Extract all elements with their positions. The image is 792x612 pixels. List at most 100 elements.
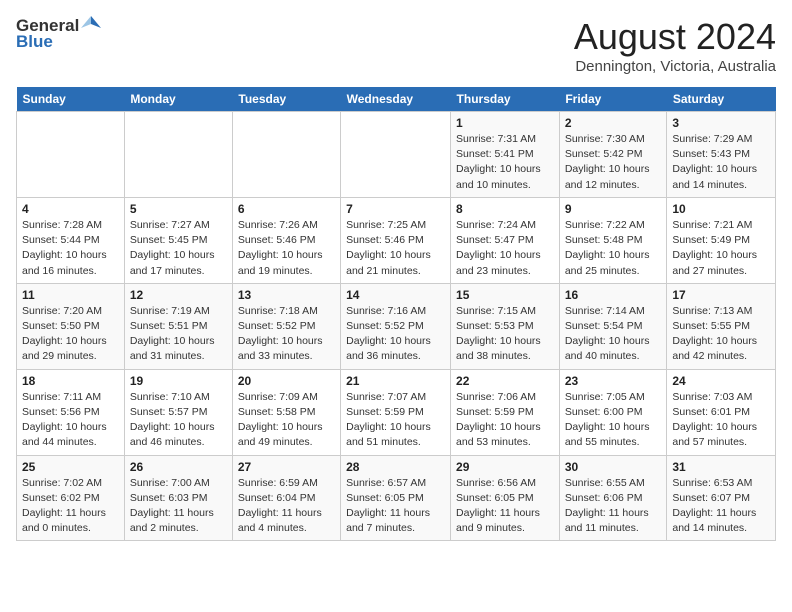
day-detail: Sunrise: 6:53 AM Sunset: 6:07 PM Dayligh…: [672, 476, 770, 537]
weekday-header-sunday: Sunday: [17, 87, 125, 112]
logo: General Blue: [16, 16, 101, 52]
calendar-cell: 4 Sunrise: 7:28 AM Sunset: 5:44 PM Daylig…: [17, 197, 125, 283]
day-number: 1: [456, 116, 554, 130]
day-detail: Sunrise: 7:13 AM Sunset: 5:55 PM Dayligh…: [672, 304, 770, 365]
day-detail: Sunrise: 7:29 AM Sunset: 5:43 PM Dayligh…: [672, 132, 770, 193]
calendar-cell: 31 Sunrise: 6:53 AM Sunset: 6:07 PM Dayli…: [667, 455, 776, 541]
calendar-cell: [124, 112, 232, 198]
day-number: 27: [238, 460, 335, 474]
calendar-cell: 15 Sunrise: 7:15 AM Sunset: 5:53 PM Dayli…: [451, 283, 560, 369]
day-detail: Sunrise: 7:24 AM Sunset: 5:47 PM Dayligh…: [456, 218, 554, 279]
weekday-header-thursday: Thursday: [451, 87, 560, 112]
day-number: 29: [456, 460, 554, 474]
calendar-subtitle: Dennington, Victoria, Australia: [574, 58, 776, 75]
day-number: 7: [346, 202, 445, 216]
day-number: 17: [672, 288, 770, 302]
day-number: 18: [22, 374, 119, 388]
calendar-cell: 9 Sunrise: 7:22 AM Sunset: 5:48 PM Daylig…: [559, 197, 667, 283]
day-detail: Sunrise: 6:59 AM Sunset: 6:04 PM Dayligh…: [238, 476, 335, 537]
calendar-cell: 14Sunrise: 7:16 AM Sunset: 5:52 PM Dayli…: [341, 283, 451, 369]
day-number: 24: [672, 374, 770, 388]
calendar-cell: [341, 112, 451, 198]
calendar-cell: 2 Sunrise: 7:30 AM Sunset: 5:42 PM Daylig…: [559, 112, 667, 198]
calendar-cell: 17 Sunrise: 7:13 AM Sunset: 5:55 PM Dayli…: [667, 283, 776, 369]
calendar-cell: 11 Sunrise: 7:20 AM Sunset: 5:50 PM Dayli…: [17, 283, 125, 369]
day-number: 10: [672, 202, 770, 216]
day-number: 31: [672, 460, 770, 474]
day-detail: Sunrise: 7:02 AM Sunset: 6:02 PM Dayligh…: [22, 476, 119, 537]
day-detail: Sunrise: 7:00 AM Sunset: 6:03 PM Dayligh…: [130, 476, 227, 537]
week-row-5: 25Sunrise: 7:02 AM Sunset: 6:02 PM Dayli…: [17, 455, 776, 541]
day-detail: Sunrise: 7:26 AM Sunset: 5:46 PM Dayligh…: [238, 218, 335, 279]
weekday-header-monday: Monday: [124, 87, 232, 112]
header: General Blue August 2024 Dennington, Vic…: [16, 16, 776, 75]
day-number: 16: [565, 288, 662, 302]
calendar-cell: 5Sunrise: 7:27 AM Sunset: 5:45 PM Daylig…: [124, 197, 232, 283]
logo-bird-icon: [81, 14, 101, 34]
calendar-cell: 28Sunrise: 6:57 AM Sunset: 6:05 PM Dayli…: [341, 455, 451, 541]
week-row-2: 4 Sunrise: 7:28 AM Sunset: 5:44 PM Daylig…: [17, 197, 776, 283]
day-number: 21: [346, 374, 445, 388]
day-detail: Sunrise: 7:06 AM Sunset: 5:59 PM Dayligh…: [456, 390, 554, 451]
day-number: 15: [456, 288, 554, 302]
day-detail: Sunrise: 7:03 AM Sunset: 6:01 PM Dayligh…: [672, 390, 770, 451]
day-number: 26: [130, 460, 227, 474]
day-number: 20: [238, 374, 335, 388]
day-detail: Sunrise: 7:21 AM Sunset: 5:49 PM Dayligh…: [672, 218, 770, 279]
calendar-cell: [232, 112, 340, 198]
day-detail: Sunrise: 7:18 AM Sunset: 5:52 PM Dayligh…: [238, 304, 335, 365]
calendar-cell: 16 Sunrise: 7:14 AM Sunset: 5:54 PM Dayli…: [559, 283, 667, 369]
weekday-header-wednesday: Wednesday: [341, 87, 451, 112]
calendar-cell: 10 Sunrise: 7:21 AM Sunset: 5:49 PM Dayli…: [667, 197, 776, 283]
week-row-4: 18Sunrise: 7:11 AM Sunset: 5:56 PM Dayli…: [17, 369, 776, 455]
day-number: 9: [565, 202, 662, 216]
calendar-cell: 22 Sunrise: 7:06 AM Sunset: 5:59 PM Dayli…: [451, 369, 560, 455]
day-detail: Sunrise: 7:19 AM Sunset: 5:51 PM Dayligh…: [130, 304, 227, 365]
day-detail: Sunrise: 7:27 AM Sunset: 5:45 PM Dayligh…: [130, 218, 227, 279]
day-detail: Sunrise: 7:15 AM Sunset: 5:53 PM Dayligh…: [456, 304, 554, 365]
day-detail: Sunrise: 7:22 AM Sunset: 5:48 PM Dayligh…: [565, 218, 662, 279]
day-number: 23: [565, 374, 662, 388]
day-detail: Sunrise: 7:05 AM Sunset: 6:00 PM Dayligh…: [565, 390, 662, 451]
day-number: 2: [565, 116, 662, 130]
calendar-cell: 12 Sunrise: 7:19 AM Sunset: 5:51 PM Dayli…: [124, 283, 232, 369]
day-number: 11: [22, 288, 119, 302]
day-detail: Sunrise: 7:30 AM Sunset: 5:42 PM Dayligh…: [565, 132, 662, 193]
calendar-cell: 29 Sunrise: 6:56 AM Sunset: 6:05 PM Dayli…: [451, 455, 560, 541]
calendar-cell: 27 Sunrise: 6:59 AM Sunset: 6:04 PM Dayli…: [232, 455, 340, 541]
calendar-cell: 6 Sunrise: 7:26 AM Sunset: 5:46 PM Daylig…: [232, 197, 340, 283]
day-number: 3: [672, 116, 770, 130]
calendar-table: SundayMondayTuesdayWednesdayThursdayFrid…: [16, 87, 776, 541]
day-detail: Sunrise: 7:25 AM Sunset: 5:46 PM Dayligh…: [346, 218, 445, 279]
calendar-cell: 3 Sunrise: 7:29 AM Sunset: 5:43 PM Daylig…: [667, 112, 776, 198]
weekday-header-tuesday: Tuesday: [232, 87, 340, 112]
day-detail: Sunrise: 7:31 AM Sunset: 5:41 PM Dayligh…: [456, 132, 554, 193]
calendar-cell: 23 Sunrise: 7:05 AM Sunset: 6:00 PM Dayli…: [559, 369, 667, 455]
calendar-cell: 13 Sunrise: 7:18 AM Sunset: 5:52 PM Dayli…: [232, 283, 340, 369]
calendar-cell: 8Sunrise: 7:24 AM Sunset: 5:47 PM Daylig…: [451, 197, 560, 283]
day-detail: Sunrise: 7:28 AM Sunset: 5:44 PM Dayligh…: [22, 218, 119, 279]
weekday-header-friday: Friday: [559, 87, 667, 112]
logo-blue-text: Blue: [16, 32, 53, 52]
day-number: 13: [238, 288, 335, 302]
day-number: 28: [346, 460, 445, 474]
day-number: 19: [130, 374, 227, 388]
day-detail: Sunrise: 6:56 AM Sunset: 6:05 PM Dayligh…: [456, 476, 554, 537]
day-number: 30: [565, 460, 662, 474]
title-section: August 2024 Dennington, Victoria, Austra…: [574, 16, 776, 75]
day-detail: Sunrise: 6:55 AM Sunset: 6:06 PM Dayligh…: [565, 476, 662, 537]
calendar-cell: 20Sunrise: 7:09 AM Sunset: 5:58 PM Dayli…: [232, 369, 340, 455]
day-number: 6: [238, 202, 335, 216]
day-detail: Sunrise: 7:14 AM Sunset: 5:54 PM Dayligh…: [565, 304, 662, 365]
day-detail: Sunrise: 7:07 AM Sunset: 5:59 PM Dayligh…: [346, 390, 445, 451]
calendar-cell: 26 Sunrise: 7:00 AM Sunset: 6:03 PM Dayli…: [124, 455, 232, 541]
day-number: 14: [346, 288, 445, 302]
calendar-cell: 30 Sunrise: 6:55 AM Sunset: 6:06 PM Dayli…: [559, 455, 667, 541]
day-number: 22: [456, 374, 554, 388]
calendar-cell: [17, 112, 125, 198]
day-number: 4: [22, 202, 119, 216]
calendar-cell: 7 Sunrise: 7:25 AM Sunset: 5:46 PM Daylig…: [341, 197, 451, 283]
day-detail: Sunrise: 7:20 AM Sunset: 5:50 PM Dayligh…: [22, 304, 119, 365]
calendar-cell: 25Sunrise: 7:02 AM Sunset: 6:02 PM Dayli…: [17, 455, 125, 541]
day-number: 12: [130, 288, 227, 302]
